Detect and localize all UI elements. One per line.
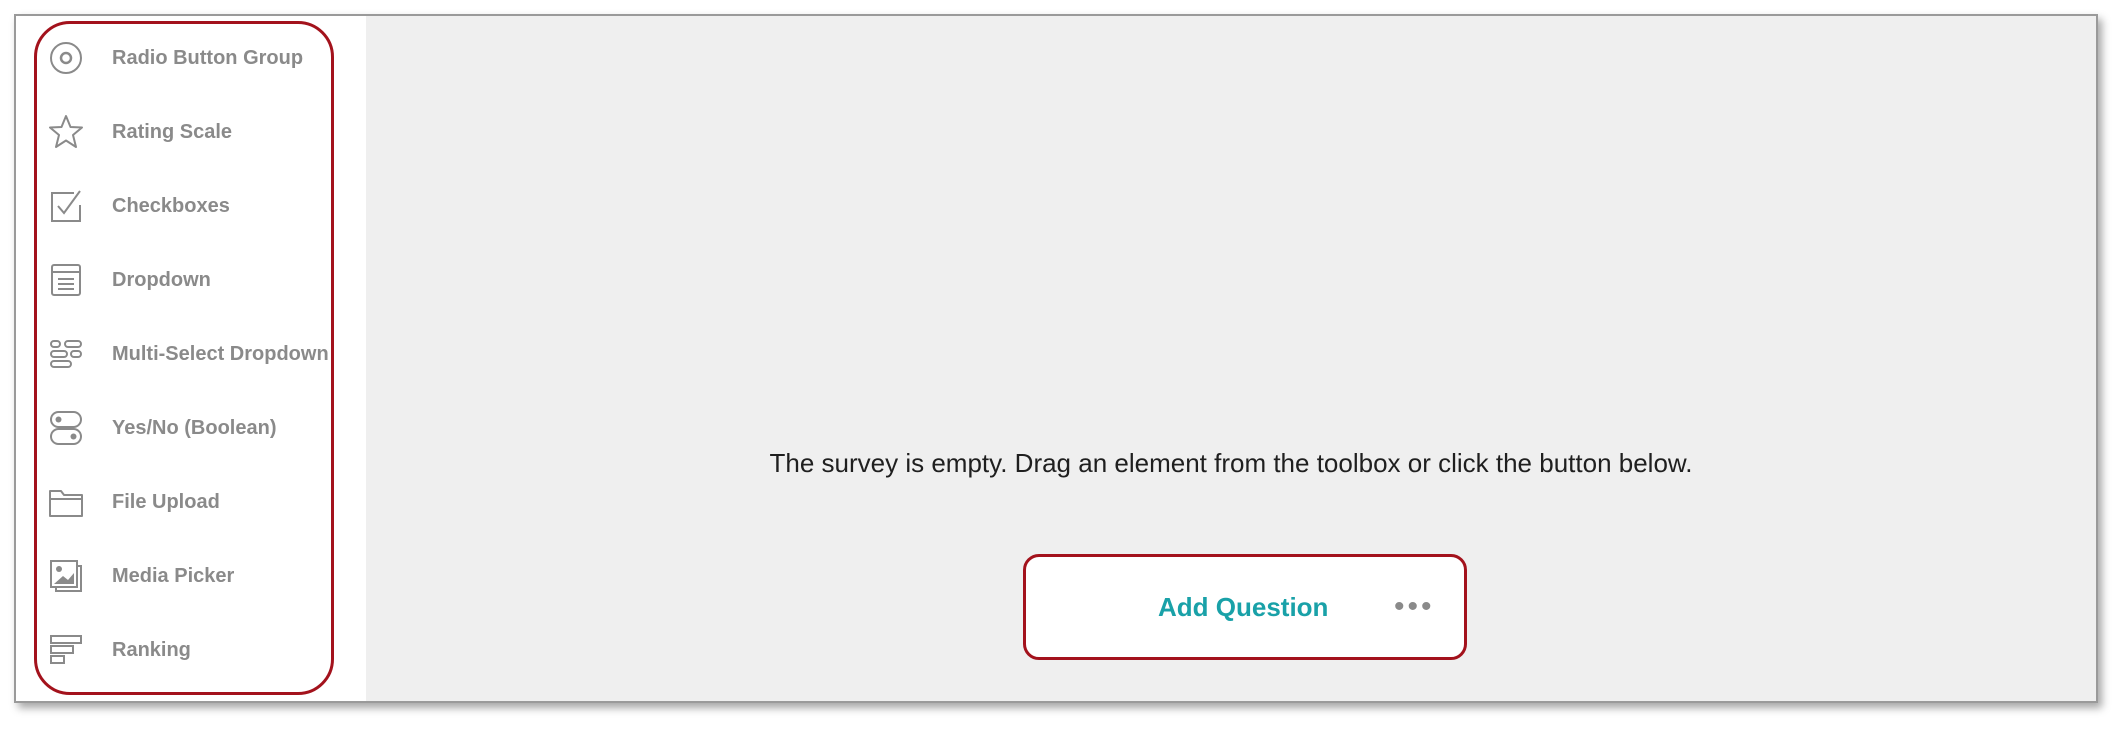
folder-icon xyxy=(46,482,86,522)
toolbox-item-label: Radio Button Group xyxy=(112,46,304,69)
ranking-icon xyxy=(46,630,86,670)
toolbox-item-dropdown[interactable]: Dropdown xyxy=(46,250,346,310)
survey-creator-window: Radio Button Group Rating Scale Checkbox… xyxy=(14,14,2098,703)
add-question-button-group: Add Question ••• xyxy=(1023,554,1467,660)
toolbox-item-ranking[interactable]: Ranking xyxy=(46,620,346,680)
toggle-icon xyxy=(46,408,86,448)
toolbox-item-label: Ranking xyxy=(112,638,191,661)
toolbox-item-label: Media Picker xyxy=(112,564,235,587)
multiselect-icon xyxy=(46,334,86,374)
toolbox-item-label: Multi-Select Dropdown xyxy=(112,342,329,365)
toolbox-item-multi-select-dropdown[interactable]: Multi-Select Dropdown xyxy=(46,324,346,384)
toolbox-item-rating-scale[interactable]: Rating Scale xyxy=(46,102,346,162)
dropdown-icon xyxy=(46,260,86,300)
radio-icon xyxy=(46,38,86,78)
toolbox-item-radio-button-group[interactable]: Radio Button Group xyxy=(46,28,346,88)
toolbox-item-label: Rating Scale xyxy=(112,120,233,143)
add-question-button[interactable]: Add Question xyxy=(1158,557,1328,657)
toolbox-item-media-picker[interactable]: Media Picker xyxy=(46,546,346,606)
toolbox-sidebar: Radio Button Group Rating Scale Checkbox… xyxy=(16,16,366,701)
toolbox-item-label: Dropdown xyxy=(112,268,211,291)
checkbox-icon xyxy=(46,186,86,226)
toolbox-item-label: File Upload xyxy=(112,490,220,513)
star-icon xyxy=(46,112,86,152)
toolbox-item-checkboxes[interactable]: Checkboxes xyxy=(46,176,346,236)
more-options-icon[interactable]: ••• xyxy=(1394,557,1435,657)
toolbox-item-label: Checkboxes xyxy=(112,194,230,217)
toolbox-item-label: Yes/No (Boolean) xyxy=(112,416,277,439)
empty-survey-message: The survey is empty. Drag an element fro… xyxy=(769,448,1693,478)
toolbox-item-yes-no-boolean[interactable]: Yes/No (Boolean) xyxy=(46,398,346,458)
toolbox-item-file-upload[interactable]: File Upload xyxy=(46,472,346,532)
image-icon xyxy=(46,556,86,596)
